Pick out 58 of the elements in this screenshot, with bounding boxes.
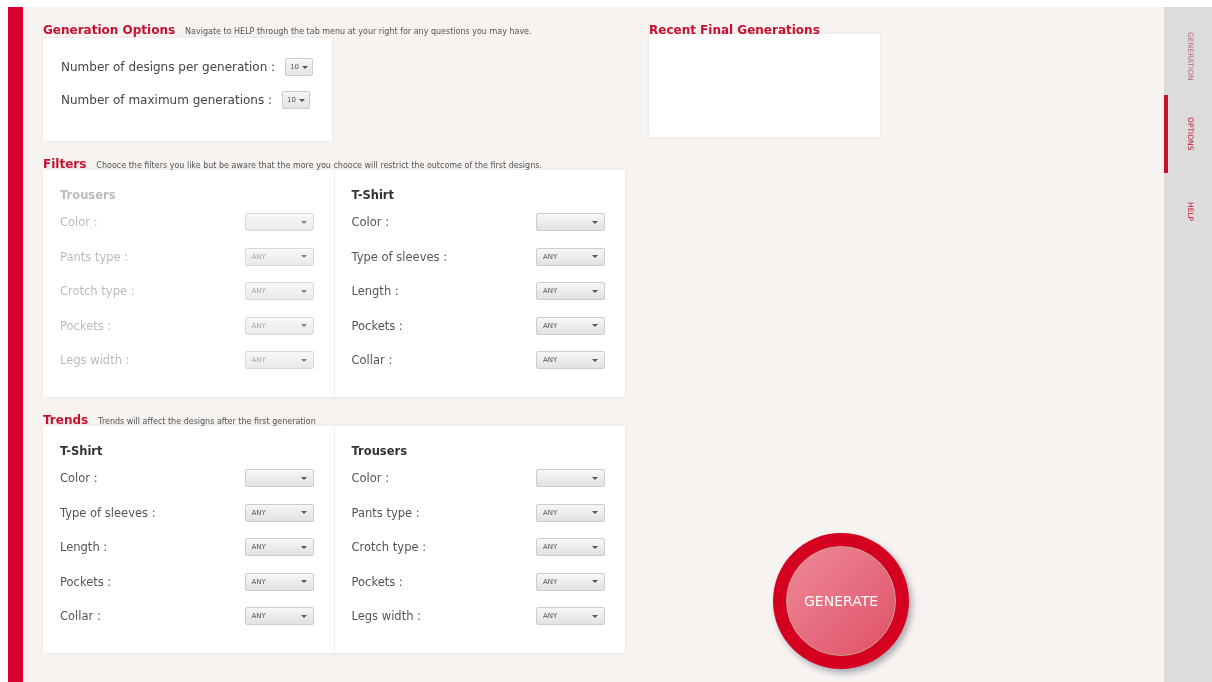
caret-icon	[592, 358, 598, 362]
field-label: Crotch type :	[351, 540, 427, 555]
field-label: Color :	[60, 471, 98, 486]
group-title: T-Shirt	[60, 444, 104, 460]
field-label: Length :	[60, 540, 108, 555]
caret-icon	[302, 65, 309, 69]
field-label: Number of designs per generation :	[61, 60, 276, 74]
group-title: Trousers	[351, 444, 408, 460]
field-label: Color :	[351, 471, 390, 486]
field-label: Pockets :	[351, 318, 403, 333]
section-hint: Navigate to HELP through the tab menu at your right for any questions you may have.	[185, 27, 532, 36]
field-label: Collar :	[60, 609, 101, 624]
field-label: Legs width :	[60, 353, 130, 368]
field-label: Type of sleeves :	[351, 249, 448, 264]
field-label: Number of maximum generations :	[61, 93, 273, 107]
caret-icon	[592, 545, 598, 549]
section-title: Filters	[43, 157, 87, 171]
caret-icon	[592, 255, 598, 259]
field-label: Collar :	[351, 353, 393, 368]
select-dropdown[interactable]	[244, 469, 314, 488]
caret-icon	[592, 580, 598, 584]
field-label: Legs width :	[351, 609, 421, 624]
caret-icon	[300, 289, 307, 293]
caret-icon	[300, 580, 307, 584]
section-title: Trends	[43, 413, 89, 427]
caret-icon	[300, 545, 307, 549]
caret-icon	[300, 358, 307, 362]
caret-icon	[300, 220, 307, 224]
section-hint: Chooce the filters you like but be aware that the more you chooce will restrict the outcome of the first designs.	[96, 161, 542, 170]
select-dropdown[interactable]	[536, 213, 605, 232]
caret-icon	[592, 324, 598, 328]
field-label: Pockets :	[60, 574, 112, 589]
field-label: Type of sleeves :	[60, 505, 156, 520]
field-label: Pants type :	[60, 249, 129, 264]
field-label: Pockets :	[351, 574, 403, 589]
caret-icon	[592, 289, 598, 293]
field-label: Crotch type :	[60, 284, 135, 299]
group-title: T-Shirt	[351, 188, 395, 204]
caret-icon	[300, 255, 307, 259]
select-dropdown[interactable]	[536, 469, 605, 488]
caret-icon	[592, 220, 598, 224]
caret-icon	[300, 614, 307, 618]
field-label: Pants type :	[351, 505, 420, 520]
field-label: Pockets :	[60, 318, 112, 333]
section-title: Generation Options	[43, 23, 176, 37]
caret-icon	[300, 511, 307, 515]
caret-icon	[300, 324, 307, 328]
caret-icon	[300, 476, 307, 480]
field-label: Color :	[60, 215, 98, 230]
caret-icon	[592, 476, 598, 480]
caret-icon	[592, 511, 598, 515]
caret-icon	[299, 98, 305, 102]
section-hint: Trends will affect the designs after the first generation	[98, 417, 316, 426]
caret-icon	[592, 614, 598, 618]
section-title: Recent Final Generations	[649, 23, 820, 37]
field-label: Length :	[351, 284, 399, 299]
group-title: Trousers	[60, 188, 117, 204]
field-label: Color :	[351, 215, 390, 230]
